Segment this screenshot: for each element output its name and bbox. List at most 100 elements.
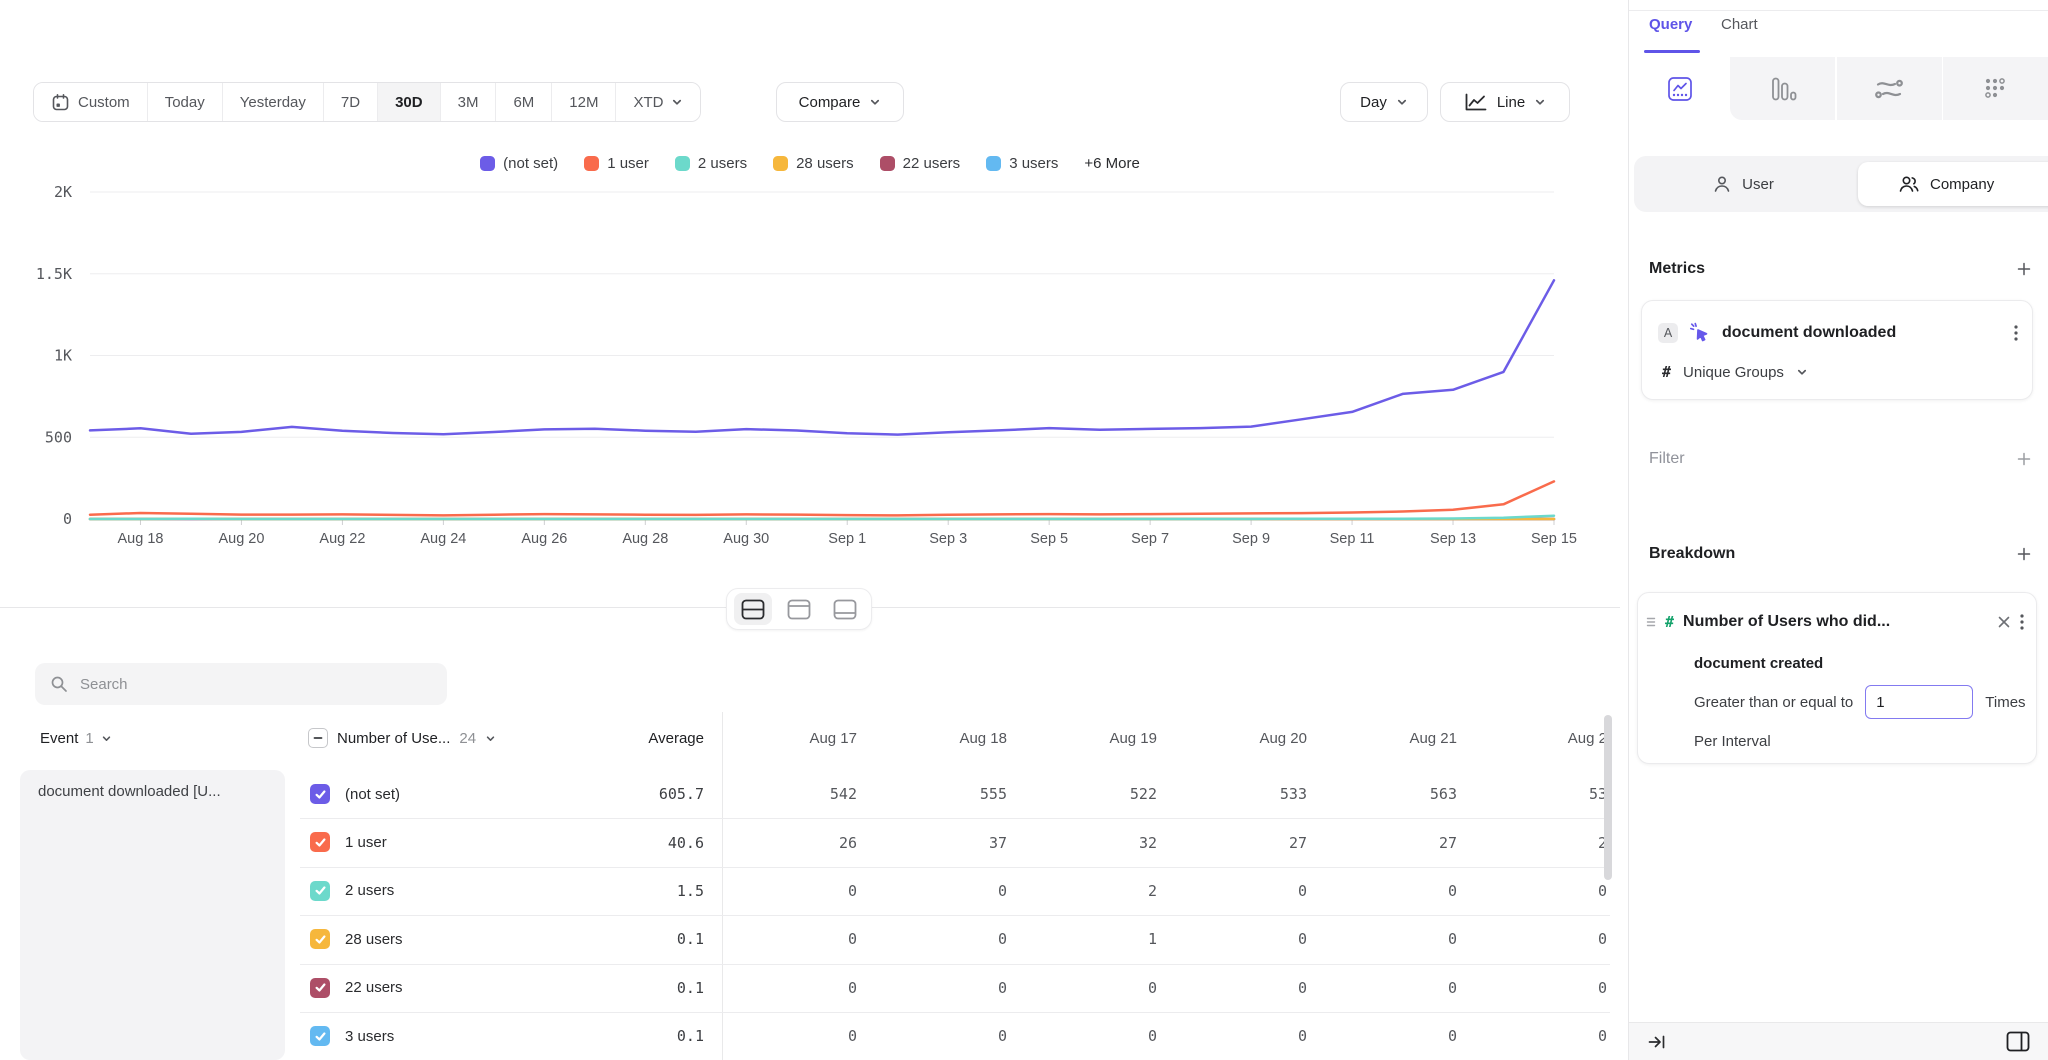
filter-section-header: Filter <box>1649 450 2032 468</box>
row-checkbox[interactable] <box>310 784 330 804</box>
date-range-today[interactable]: Today <box>148 83 223 121</box>
chart-style-dropdown[interactable]: Line <box>1440 82 1570 122</box>
bar-chart-tab-icon <box>1769 76 1797 102</box>
chart-style-label: Line <box>1497 94 1525 111</box>
row-value: 0 <box>1157 915 1307 963</box>
per-interval-label[interactable]: Per Interval <box>1694 733 1771 750</box>
date-range-custom[interactable]: Custom <box>34 83 148 121</box>
chart-type-tab-scatter-grid[interactable] <box>1943 57 2048 120</box>
row-value: 542 <box>707 770 857 818</box>
legend-item[interactable]: 28 users <box>773 155 854 172</box>
y-tick-label: 500 <box>45 428 72 446</box>
remove-breakdown-button[interactable] <box>1997 615 2011 629</box>
row-value: 0 <box>1457 964 1607 1012</box>
metric-card[interactable]: A document downloaded # Unique Groups <box>1641 300 2033 400</box>
collapse-right-button[interactable] <box>1647 1033 1667 1051</box>
legend-item[interactable]: 2 users <box>675 155 747 172</box>
row-value: 0 <box>1457 1012 1607 1060</box>
legend-item[interactable]: 1 user <box>584 155 649 172</box>
row-value: 27 <box>1307 818 1457 866</box>
row-value: 0 <box>857 1012 1007 1060</box>
condition-unit: Times <box>1985 694 2025 711</box>
toggle-option-company[interactable]: Company <box>1858 162 2048 206</box>
date-column-header: Aug 21 <box>1307 716 1457 760</box>
chevron-down-icon[interactable] <box>485 733 496 744</box>
tab-chart[interactable]: Chart <box>1721 16 1758 33</box>
breakdown-menu-button[interactable] <box>2020 614 2024 630</box>
legend-item[interactable]: (not set) <box>480 155 558 172</box>
add-breakdown-button[interactable] <box>2016 546 2032 562</box>
vertical-scrollbar[interactable] <box>1604 715 1612 880</box>
layout-top-button[interactable] <box>780 593 818 625</box>
interval-dropdown[interactable]: Day <box>1340 82 1428 122</box>
date-range-6m[interactable]: 6M <box>496 83 552 121</box>
row-average: 1.5 <box>560 867 704 915</box>
row-checkbox[interactable] <box>310 832 330 852</box>
row-value: 0 <box>1007 1012 1157 1060</box>
date-range-label: 7D <box>341 94 360 111</box>
row-value: 2 <box>1457 818 1607 866</box>
chart-type-tab-flow-chart[interactable] <box>1837 57 1942 120</box>
date-range-xtd[interactable]: XTD <box>616 83 700 121</box>
user-icon <box>1712 174 1732 194</box>
add-filter-button[interactable] <box>2016 451 2032 467</box>
interval-label: Day <box>1360 94 1387 111</box>
search-input[interactable] <box>80 676 432 693</box>
date-column-header: Aug 2 <box>1457 716 1607 760</box>
x-tick-label: Sep 15 <box>1531 531 1577 547</box>
row-value: 0 <box>857 915 1007 963</box>
layout-split-icon <box>741 599 765 620</box>
flow-chart-tab-icon <box>1874 77 1904 101</box>
layout-split-button[interactable] <box>734 593 772 625</box>
date-range-label: 3M <box>458 94 479 111</box>
kebab-icon <box>2014 325 2018 341</box>
layout-bottom-button[interactable] <box>826 593 864 625</box>
date-range-12m[interactable]: 12M <box>552 83 616 121</box>
condition-value-input[interactable] <box>1865 685 1973 719</box>
active-tab-underline <box>1644 50 1700 53</box>
check-icon <box>314 933 327 946</box>
row-label: 1 user <box>345 818 387 866</box>
table-row: 28 users0.1001000 <box>0 915 1620 963</box>
main-area: Custom Today Yesterday 7D 30D 3M 6M 12MXTD Comp… <box>0 0 1628 1060</box>
x-tick-label: Aug 26 <box>521 531 567 547</box>
add-metric-button[interactable] <box>2016 261 2032 277</box>
date-range-yesterday[interactable]: Yesterday <box>223 83 324 121</box>
compare-button[interactable]: Compare <box>776 82 904 122</box>
query-panel: Query Chart User Company Metrics A docum… <box>1628 0 2048 1060</box>
date-range-30d[interactable]: 30D <box>378 83 441 121</box>
row-checkbox[interactable] <box>310 1026 330 1046</box>
select-all-checkbox[interactable] <box>308 728 328 748</box>
legend-swatch <box>675 156 690 171</box>
series-line-1 user <box>90 481 1554 515</box>
row-value: 2 <box>1007 867 1157 915</box>
chart-type-tab-bar-chart[interactable] <box>1730 57 1835 120</box>
row-checkbox[interactable] <box>310 978 330 998</box>
date-range-label: 30D <box>395 94 423 111</box>
date-range-7d[interactable]: 7D <box>324 83 378 121</box>
event-column-header[interactable]: Event 1 <box>40 716 112 760</box>
table-row: 2 users1.5002000 <box>0 867 1620 915</box>
calendar-icon <box>51 93 70 112</box>
legend-more-button[interactable]: +6 More <box>1084 155 1139 172</box>
date-range-group: Custom Today Yesterday 7D 30D 3M 6M 12MXTD <box>33 82 701 122</box>
drag-handle-icon[interactable] <box>1646 616 1656 628</box>
row-checkbox[interactable] <box>310 929 330 949</box>
row-average: 0.1 <box>560 1012 704 1060</box>
toggle-option-user[interactable]: User <box>1634 174 1852 194</box>
side-panel-button[interactable] <box>2006 1031 2030 1052</box>
chevron-down-icon[interactable] <box>1796 366 1808 378</box>
tab-query[interactable]: Query <box>1649 16 1692 33</box>
metric-menu-button[interactable] <box>2014 325 2018 341</box>
chart-type-tab-line-chart-active[interactable] <box>1629 57 1730 120</box>
row-value: 1 <box>1007 915 1157 963</box>
date-range-label: 6M <box>513 94 534 111</box>
table-row: (not set)605.754255552253356353 <box>0 770 1620 818</box>
legend-swatch <box>480 156 495 171</box>
compare-label: Compare <box>799 94 861 111</box>
legend-item[interactable]: 22 users <box>880 155 961 172</box>
row-checkbox[interactable] <box>310 881 330 901</box>
date-range-label: Today <box>165 94 205 111</box>
date-range-3m[interactable]: 3M <box>441 83 497 121</box>
legend-item[interactable]: 3 users <box>986 155 1058 172</box>
